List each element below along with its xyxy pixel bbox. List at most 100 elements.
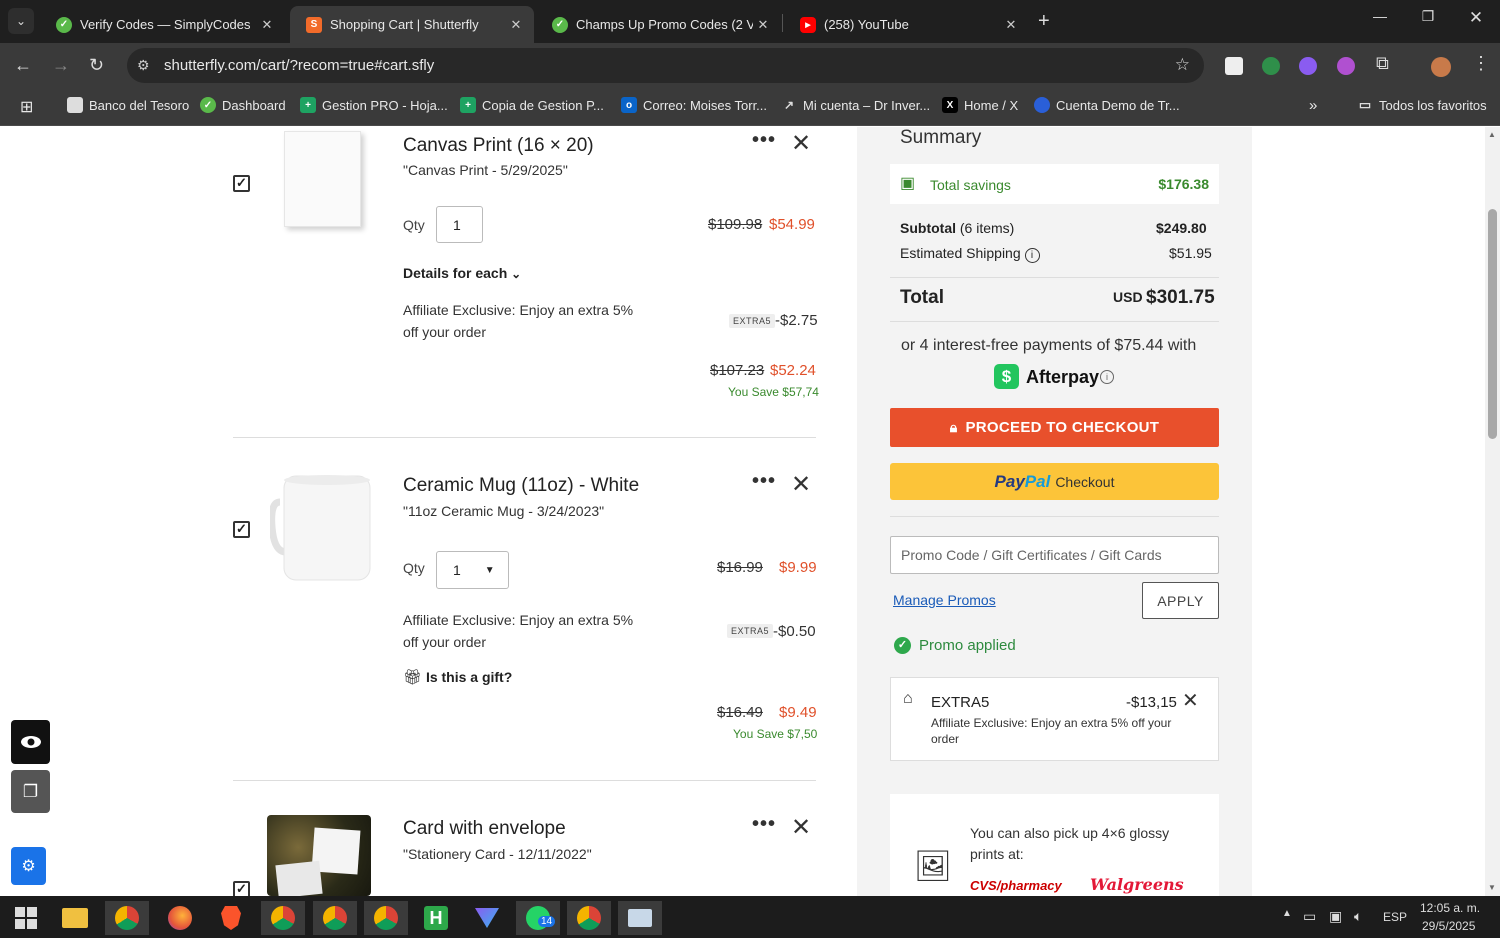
page-scrollbar[interactable]: ▲ ▼ [1485,127,1500,896]
tab-title: Champs Up Promo Codes (2 Ve [576,17,753,32]
bookmark-item[interactable]: Cuenta Demo de Tr... [1034,97,1180,113]
details-toggle[interactable]: Details for each ⌄ [403,265,521,281]
total-value: $301.75 [1146,287,1215,308]
summary-heading: Summary [900,127,982,148]
item-title[interactable]: Ceramic Mug (11oz) - White [403,475,639,497]
copy-widget-icon[interactable]: ❐ [11,770,50,813]
extension-icon[interactable] [1299,57,1317,75]
bookmark-item[interactable]: ✓ Dashboard [200,97,286,113]
tab-search-button[interactable]: ⌄ [8,8,34,34]
info-icon[interactable]: i [1100,370,1114,384]
chrome-taskbar-icon[interactable] [105,901,149,935]
extension-icon[interactable] [1225,57,1243,75]
promo-code-input[interactable]: Promo Code / Gift Certificates / Gift Ca… [890,536,1219,574]
scrollbar-thumb[interactable] [1488,209,1497,439]
file-explorer-icon[interactable] [53,901,97,935]
bookmark-star-icon[interactable]: ☆ [1175,55,1190,75]
address-bar[interactable]: ⚙ shutterfly.com/cart/?recom=true#cart.s… [127,48,1204,83]
new-tab-icon[interactable]: + [1038,10,1050,33]
clock-time[interactable]: 12:05 a. m. [1420,901,1480,915]
close-window-icon[interactable]: ✕ [1461,8,1491,28]
tab-close-icon[interactable]: ✕ [257,17,277,33]
qty-input[interactable]: 1 [436,206,483,243]
volume-icon[interactable]: 🔈︎ [1354,908,1362,925]
cvs-logo[interactable]: CVS/pharmacy [970,878,1062,893]
tab-close-icon[interactable]: ✕ [506,17,526,33]
item-select-checkbox[interactable]: ✓ [233,175,250,192]
chrome-profile-icon[interactable] [261,901,305,935]
tab-simplycodes[interactable]: ✓ Verify Codes — SimplyCodes ✕ [40,6,285,43]
more-options-icon[interactable]: ••• [752,129,776,152]
walgreens-logo[interactable]: Walgreens [1090,875,1184,894]
bookmark-item[interactable]: ↗ Mi cuenta – Dr Inver... [781,97,930,113]
clock-date[interactable]: 29/5/2025 [1422,919,1475,933]
gift-toggle[interactable]: 🎁︎ Is this a gift? [403,668,512,686]
eye-widget-button[interactable] [11,720,50,764]
tab-youtube[interactable]: ▶ (258) YouTube ✕ [784,6,1029,43]
chrome-profile-icon[interactable] [313,901,357,935]
bookmark-item[interactable]: o Correo: Moises Torr... [621,97,767,113]
more-bookmarks-icon[interactable]: » [1309,97,1317,114]
lock-icon: 🔒︎ [949,419,958,435]
apps-grid-icon[interactable]: ⊞ [20,97,33,117]
network-icon[interactable]: ▭ [1303,908,1316,925]
tab-shutterfly[interactable]: S Shopping Cart | Shutterfly ✕ [290,6,534,43]
tab-close-icon[interactable]: ✕ [753,17,773,33]
stationery-card-thumbnail[interactable] [267,815,371,896]
tab-close-icon[interactable]: ✕ [1001,17,1021,33]
proceed-to-checkout-button[interactable]: 🔒︎ PROCEED TO CHECKOUT [890,408,1219,447]
apply-button[interactable]: APPLY [1142,582,1219,619]
bookmark-item[interactable]: Banco del Tesoro [67,97,189,113]
remote-desktop-icon[interactable] [618,901,662,935]
site-info-icon[interactable]: ⚙ [137,57,150,74]
reload-icon[interactable]: ↻ [89,55,104,76]
info-icon[interactable]: i [1024,248,1040,263]
windows-taskbar: H 14 ▲ ▭ ▣ 🔈︎ ESP 12:05 a. m. 29/5/2025 [0,896,1500,938]
bookmark-item[interactable]: + Copia de Gestion P... [460,97,604,113]
url-text[interactable]: shutterfly.com/cart/?recom=true#cart.sfl… [164,57,434,74]
item-title[interactable]: Canvas Print (16 × 20) [403,135,594,157]
more-options-icon[interactable]: ••• [752,813,776,836]
settings-gear-icon[interactable]: ⚙ [11,847,46,885]
item-select-checkbox[interactable]: ✓ [233,881,250,896]
back-icon[interactable]: ← [14,55,32,76]
ceramic-mug-thumbnail[interactable] [268,472,372,584]
paypal-checkout-button[interactable]: Pay Pal Checkout [890,463,1219,500]
h-app-icon[interactable]: H [414,901,458,935]
puzzle-extensions-icon[interactable]: ⧉ [1376,53,1389,74]
language-indicator[interactable]: ESP [1383,910,1407,924]
windows-start-icon[interactable] [4,901,48,935]
bookmark-item[interactable]: + Gestion PRO - Hoja... [300,97,448,113]
menu-kebab-icon[interactable]: ⋮ [1472,53,1490,74]
tray-overflow-icon[interactable]: ▲ [1282,908,1292,919]
chrome-profile-icon[interactable] [567,901,611,935]
more-options-icon[interactable]: ••• [752,470,776,493]
remove-item-icon[interactable]: ✕ [791,813,811,842]
remove-item-icon[interactable]: ✕ [791,129,811,158]
simplycodes-icon: ✓ [200,97,216,113]
profile-avatar[interactable] [1431,57,1451,77]
minimize-icon[interactable]: — [1365,8,1395,24]
remove-item-icon[interactable]: ✕ [791,470,811,499]
manage-promos-link[interactable]: Manage Promos [893,592,996,608]
device-icon[interactable]: ▣ [1329,908,1342,925]
tab-title: Shopping Cart | Shutterfly [330,17,479,32]
whatsapp-icon[interactable]: 14 [516,901,560,935]
brave-icon[interactable] [209,901,253,935]
remove-promo-icon[interactable]: ✕ [1182,688,1199,713]
qty-select[interactable]: 1 ▼ [436,551,509,589]
forward-icon[interactable]: → [52,55,70,76]
bookmark-item[interactable]: X Home / X [942,97,1018,113]
extension-icon[interactable] [1262,57,1280,75]
tab-champs[interactable]: ✓ Champs Up Promo Codes (2 Ve ✕ [536,6,781,43]
item-select-checkbox[interactable]: ✓ [233,521,250,538]
item-title[interactable]: Card with envelope [403,818,566,840]
all-bookmarks-folder[interactable]: ▭ Todos los favoritos [1357,97,1487,113]
restore-icon[interactable]: ❐ [1413,8,1443,25]
chrome-profile-icon[interactable] [364,901,408,935]
original-price: $16.99 [717,559,763,576]
extension-icon[interactable] [1337,57,1355,75]
vpn-app-icon[interactable] [465,901,509,935]
canvas-print-thumbnail[interactable] [284,131,361,227]
firefox-icon[interactable] [158,901,202,935]
